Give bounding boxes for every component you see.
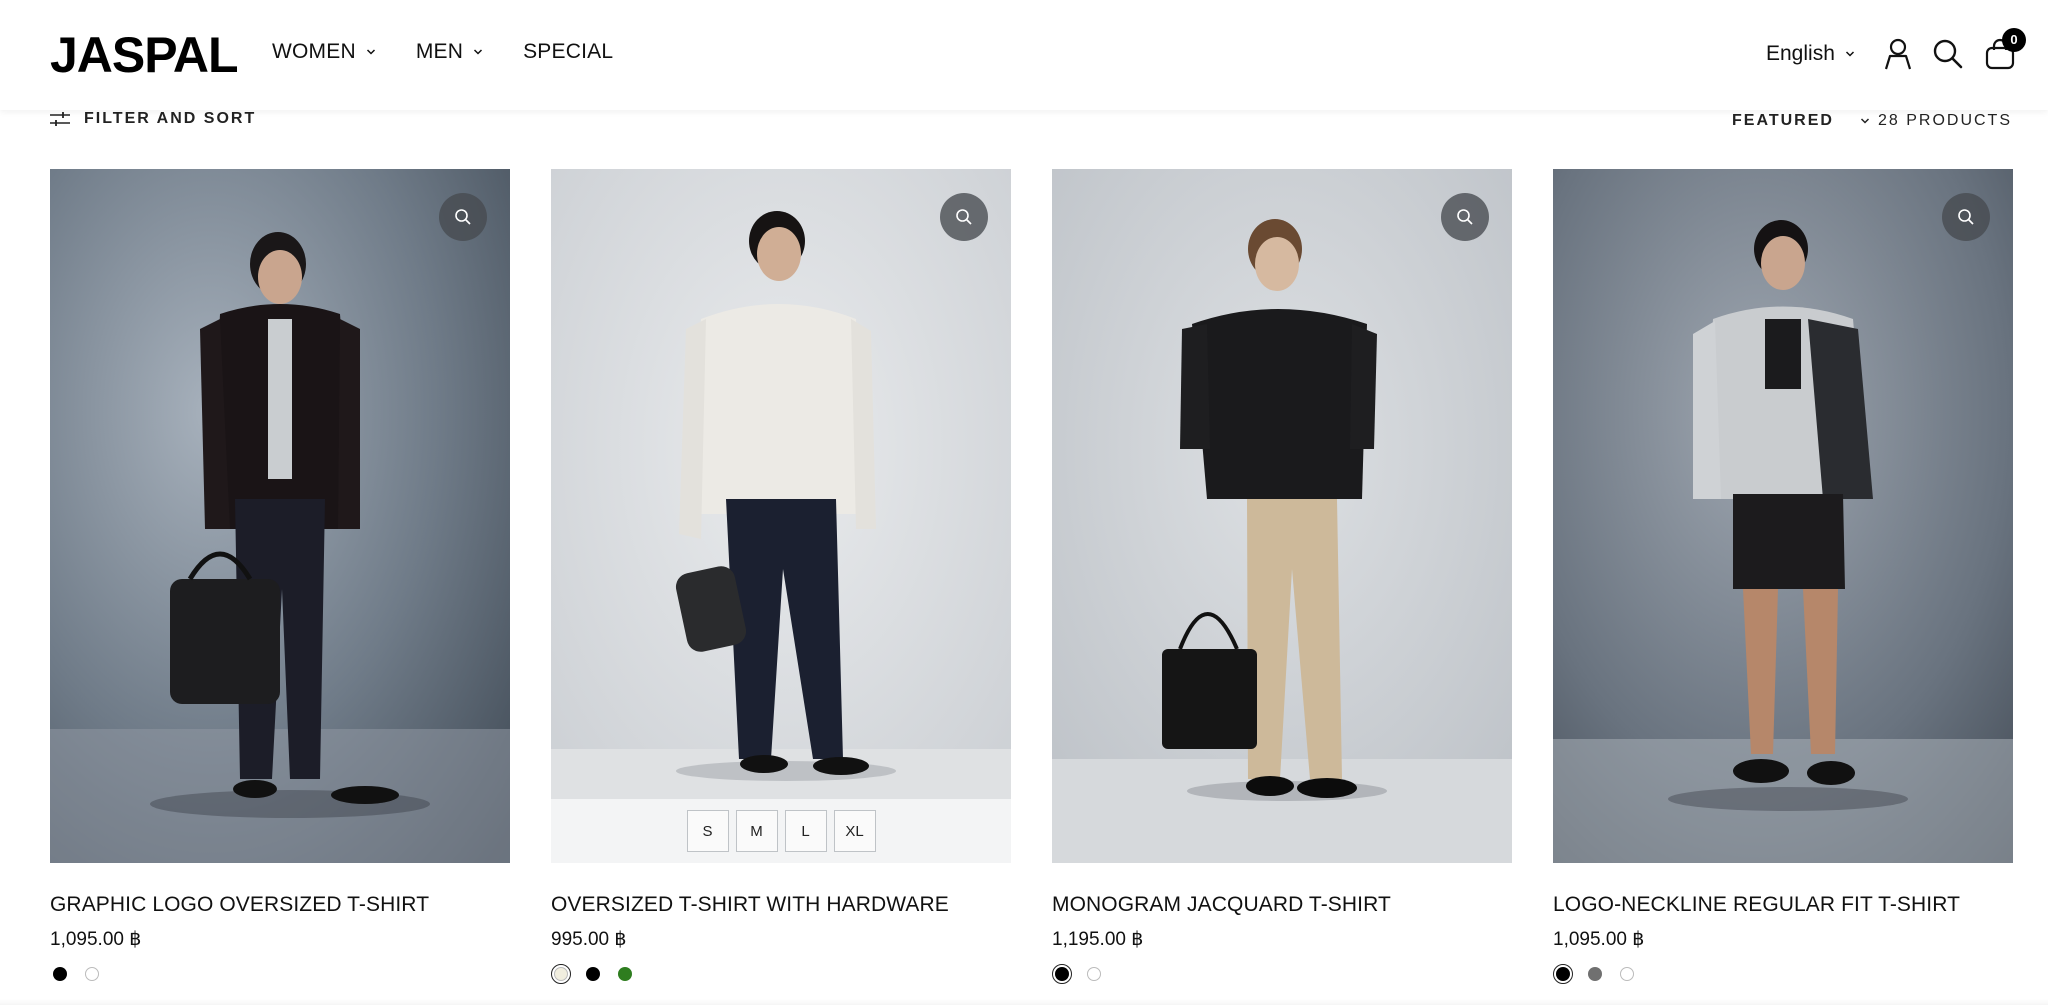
header-actions: English 0 [1648, 0, 2048, 110]
nav-item-women[interactable]: WOMEN [272, 40, 376, 64]
nav-item-label: MEN [415, 40, 464, 63]
color-swatch-green[interactable] [615, 964, 635, 984]
product-card: S M L XL OVERSIZED T-SHIRT WITH HARDWARE… [551, 169, 1011, 984]
cart-button[interactable]: 0 [1982, 28, 2026, 72]
size-option-s[interactable]: S [686, 810, 729, 852]
product-photo [50, 169, 510, 863]
nav-item-special[interactable]: SPECIAL [523, 40, 613, 64]
sort-label: FEATURED [1732, 112, 1834, 129]
color-swatch-white[interactable] [1084, 964, 1104, 984]
color-swatches [1553, 964, 2013, 984]
swatch-dot [554, 967, 568, 981]
collection-toolbar: FILTER AND SORT FEATURED 28 PRODUCTS [0, 110, 2048, 160]
color-swatch-black[interactable] [50, 964, 70, 984]
language-label: English [1766, 42, 1835, 65]
product-card: GRAPHIC LOGO OVERSIZED T-SHIRT 1,095.00 … [50, 169, 510, 984]
search-icon [1933, 39, 1963, 69]
product-title[interactable]: OVERSIZED T-SHIRT WITH HARDWARE [551, 893, 1011, 917]
product-photo [1553, 169, 2013, 863]
bottom-shadow [0, 999, 2048, 1005]
product-price: 1,195.00 ฿ [1052, 929, 1144, 950]
color-swatches [50, 964, 510, 984]
color-swatch-cream[interactable] [551, 964, 571, 984]
chevron-down-icon [1860, 118, 1869, 124]
swatch-dot [618, 967, 632, 981]
swatch-dot [85, 967, 99, 981]
product-count: 28 PRODUCTS [1877, 112, 2012, 129]
product-title[interactable]: MONOGRAM JACQUARD T-SHIRT [1052, 893, 1512, 917]
language-selector[interactable]: English [1766, 42, 1855, 66]
sort-dropdown[interactable]: FEATURED [1732, 112, 1870, 130]
sliders-icon [50, 112, 70, 126]
swatch-dot [53, 967, 67, 981]
product-photo [1052, 169, 1512, 863]
color-swatch-white[interactable] [82, 964, 102, 984]
nav-item-label: SPECIAL [523, 40, 614, 63]
nav-item-label: WOMEN [272, 40, 356, 63]
main-nav: WOMEN MEN SPECIAL [272, 40, 613, 64]
product-price: 995.00 ฿ [551, 929, 627, 950]
product-title[interactable]: GRAPHIC LOGO OVERSIZED T-SHIRT [50, 893, 510, 917]
account-icon [1884, 38, 1912, 70]
filter-and-sort-button[interactable]: FILTER AND SORT [50, 110, 256, 128]
product-title[interactable]: LOGO-NECKLINE REGULAR FIT T-SHIRT [1553, 893, 2013, 917]
color-swatch-grey[interactable] [1585, 964, 1605, 984]
chevron-down-icon [474, 49, 483, 55]
zoom-icon [956, 209, 972, 225]
color-swatches [1052, 964, 1512, 984]
quick-view-button[interactable] [1441, 193, 1489, 241]
quick-view-button[interactable] [1942, 193, 1990, 241]
product-price: 1,095.00 ฿ [1553, 929, 1645, 950]
search-button[interactable] [1930, 36, 1966, 72]
quick-view-button[interactable] [439, 193, 487, 241]
zoom-icon [1958, 209, 1974, 225]
swatch-dot [1087, 967, 1101, 981]
swatch-dot [1055, 967, 1069, 981]
product-image[interactable]: S M L XL [551, 169, 1011, 863]
zoom-icon [455, 209, 471, 225]
swatch-dot [586, 967, 600, 981]
chevron-down-icon [366, 49, 375, 55]
size-option-xl[interactable]: XL [833, 810, 876, 852]
chevron-down-icon [1845, 51, 1854, 57]
swatch-dot [1556, 967, 1570, 981]
product-photo [551, 169, 1011, 863]
quick-view-button[interactable] [940, 193, 988, 241]
quick-size-selector: S M L XL [551, 799, 1011, 863]
product-card: MONOGRAM JACQUARD T-SHIRT 1,195.00 ฿ [1052, 169, 1512, 984]
color-swatches [551, 964, 1011, 984]
account-button[interactable] [1880, 36, 1916, 72]
product-card: LOGO-NECKLINE REGULAR FIT T-SHIRT 1,095.… [1553, 169, 2013, 984]
swatch-dot [1588, 967, 1602, 981]
size-option-l[interactable]: L [784, 810, 827, 852]
color-swatch-black[interactable] [1052, 964, 1072, 984]
product-image[interactable] [1553, 169, 2013, 863]
size-option-m[interactable]: M [735, 810, 778, 852]
product-image[interactable] [1052, 169, 1512, 863]
cart-count-badge: 0 [2002, 28, 2026, 52]
color-swatch-black[interactable] [583, 964, 603, 984]
product-image[interactable] [50, 169, 510, 863]
zoom-icon [1457, 209, 1473, 225]
site-header: JASPAL WOMEN MEN SPECIAL English 0 [0, 0, 2048, 110]
product-price: 1,095.00 ฿ [50, 929, 142, 950]
filter-label: FILTER AND SORT [84, 110, 257, 127]
color-swatch-white[interactable] [1617, 964, 1637, 984]
color-swatch-black[interactable] [1553, 964, 1573, 984]
nav-item-men[interactable]: MEN [416, 40, 483, 64]
swatch-dot [1620, 967, 1634, 981]
brand-logo[interactable]: JASPAL [50, 30, 239, 80]
